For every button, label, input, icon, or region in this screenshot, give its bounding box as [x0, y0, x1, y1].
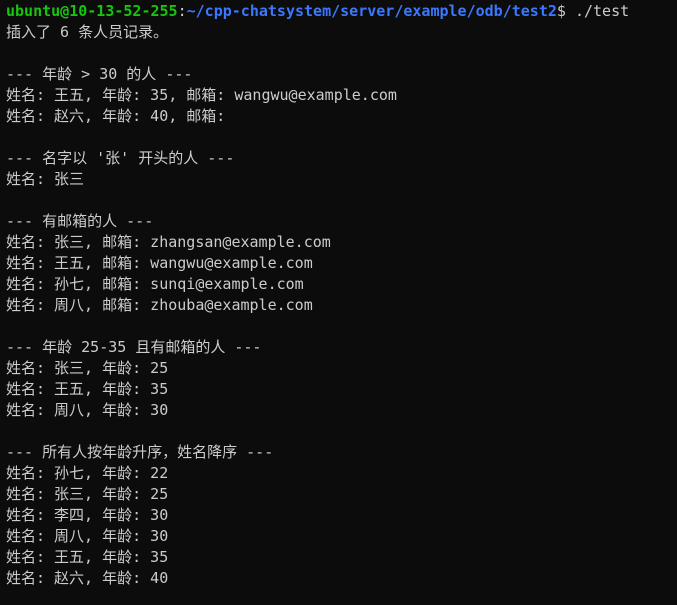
- output-line: 姓名: 李四, 年龄: 30: [6, 506, 169, 524]
- terminal-window[interactable]: ubuntu@10-13-52-255:~/cpp-chatsystem/ser…: [0, 0, 677, 605]
- output-line: 姓名: 周八, 年龄: 30: [6, 401, 169, 419]
- prompt-separator: :: [177, 2, 187, 20]
- output-line: 姓名: 张三, 邮箱: zhangsan@example.com: [6, 233, 331, 251]
- prompt-path: ~/cpp-chatsystem/server/example/odb/test…: [186, 2, 557, 20]
- prompt-command: ./test: [565, 2, 630, 20]
- output-line: 插入了 6 条人员记录。: [6, 23, 169, 41]
- output-line: 姓名: 王五, 年龄: 35: [6, 548, 169, 566]
- output-line: 姓名: 王五, 邮箱: wangwu@example.com: [6, 254, 313, 272]
- section-header: --- 所有人按年龄升序，姓名降序 ---: [6, 443, 274, 461]
- section-header: --- 年龄 > 30 的人 ---: [6, 65, 193, 83]
- output-line: 姓名: 赵六, 年龄: 40: [6, 569, 169, 587]
- output-line: 姓名: 王五, 年龄: 35: [6, 380, 169, 398]
- output-line: 姓名: 张三: [6, 170, 85, 188]
- prompt-line: ubuntu@10-13-52-255:~/cpp-chatsystem/ser…: [6, 1, 671, 22]
- output-line: 姓名: 孙七, 年龄: 22: [6, 464, 169, 482]
- prompt-user-host: ubuntu@10-13-52-255: [6, 2, 178, 20]
- section-header: --- 有邮箱的人 ---: [6, 212, 154, 230]
- output-line: 姓名: 赵六, 年龄: 40, 邮箱:: [6, 107, 226, 125]
- section-header: --- 名字以 '张' 开头的人 ---: [6, 149, 235, 167]
- output-line: 姓名: 孙七, 邮箱: sunqi@example.com: [6, 275, 304, 293]
- output-line: 姓名: 张三, 年龄: 25: [6, 485, 169, 503]
- output-line: 姓名: 张三, 年龄: 25: [6, 359, 169, 377]
- section-header: --- 年龄 25-35 且有邮箱的人 ---: [6, 338, 262, 356]
- output-line: 姓名: 周八, 年龄: 30: [6, 527, 169, 545]
- output-line: 姓名: 周八, 邮箱: zhouba@example.com: [6, 296, 313, 314]
- prompt-symbol: $: [556, 2, 566, 20]
- output-line: 姓名: 王五, 年龄: 35, 邮箱: wangwu@example.com: [6, 86, 397, 104]
